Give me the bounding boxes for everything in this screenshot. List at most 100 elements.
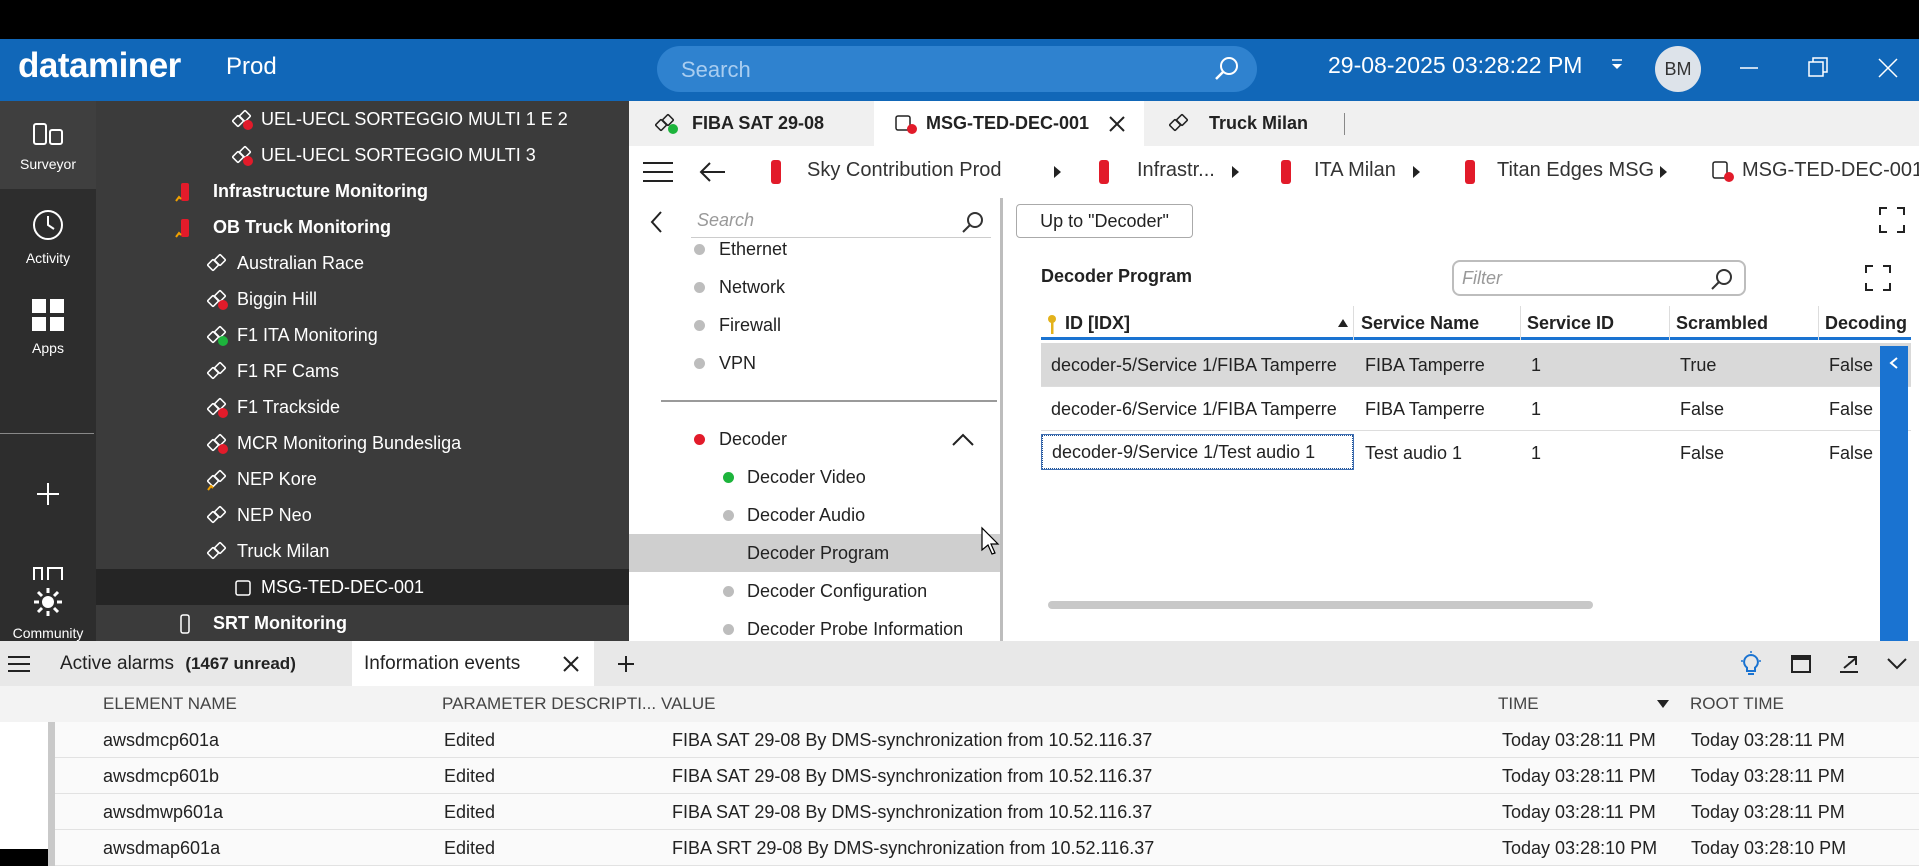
card-tab-bar: FIBA SAT 29-08 MSG-TED-DEC-001 Truck Mil… [629, 101, 1919, 146]
tree-item[interactable]: Truck Milan [96, 533, 629, 569]
rail-surveyor[interactable]: Surveyor [0, 101, 96, 189]
maximize-panel-icon[interactable] [1790, 654, 1812, 674]
chevron-down-icon[interactable] [1886, 656, 1908, 672]
service-alarm-icon [207, 290, 228, 310]
global-search-box[interactable]: Search [657, 46, 1257, 92]
horizontal-scrollbar[interactable] [1048, 601, 1593, 609]
tree-item[interactable]: Australian Race [96, 245, 629, 281]
tree-item[interactable]: UEL-UECL SORTEGGIO MULTI 3 [96, 137, 629, 173]
breadcrumb-item[interactable]: ITA Milan [1314, 159, 1396, 182]
tab-msg-ted-dec-001[interactable]: MSG-TED-DEC-001 [874, 101, 1144, 146]
nav-sub-item[interactable]: Decoder Configuration [629, 572, 1000, 610]
tree-item[interactable]: OB Truck Monitoring [96, 209, 629, 245]
close-tab-icon[interactable] [562, 655, 580, 673]
back-arrow-icon[interactable] [699, 161, 727, 183]
cell-parameter-description: Edited [444, 838, 496, 858]
column-header-time[interactable]: TIME [1498, 686, 1539, 722]
tab-truck-milan[interactable]: Truck Milan [1144, 101, 1344, 146]
status-dot [723, 586, 734, 597]
column-header-scrambled[interactable]: Scrambled [1670, 306, 1819, 340]
hamburger-menu-icon[interactable] [643, 161, 673, 183]
tree-item[interactable]: SRT Monitoring [96, 605, 629, 641]
detach-panel-icon[interactable] [1838, 654, 1860, 674]
side-panel-toggle[interactable] [1880, 346, 1908, 663]
alarm-row[interactable]: awsdmap601a Edited FIBA SRT 29-08 By DMS… [48, 830, 1919, 866]
rail-community[interactable]: Community [0, 566, 96, 641]
alarm-row[interactable]: awsdmwp601a Edited FIBA SAT 29-08 By DMS… [48, 794, 1919, 830]
nav-item[interactable]: Firewall [629, 306, 1000, 344]
search-icon[interactable] [1710, 267, 1734, 291]
table-fullscreen-icon[interactable] [1864, 264, 1892, 292]
sort-ascending-icon[interactable] [1337, 318, 1349, 328]
hamburger-menu-icon[interactable] [8, 655, 30, 673]
element-card: FIBA SAT 29-08 MSG-TED-DEC-001 Truck Mil… [629, 101, 1919, 641]
breadcrumb-item[interactable]: Sky Contribution Prod [807, 159, 1002, 182]
tree-item[interactable]: F1 RF Cams [96, 353, 629, 389]
tree-item-label: Truck Milan [237, 541, 330, 561]
tab-information-events[interactable]: Information events [352, 641, 594, 686]
tree-item[interactable]: NEP Kore [96, 461, 629, 497]
tab-active-alarms[interactable]: Active alarms (1467 unread) [45, 641, 350, 686]
column-header-element-name[interactable]: ELEMENT NAME [103, 686, 237, 722]
table-row[interactable]: decoder-5/Service 1/FIBA Tamperre FIBA T… [1041, 343, 1911, 387]
nav-item[interactable]: Ethernet [629, 230, 1000, 268]
column-header-id[interactable]: ID [IDX] [1041, 306, 1354, 340]
sort-descending-icon[interactable] [1656, 699, 1670, 709]
close-tab-icon[interactable] [1108, 115, 1126, 133]
rail-apps[interactable]: Apps [0, 297, 96, 356]
nav-item[interactable]: VPN [629, 344, 1000, 382]
tree-item[interactable]: F1 Trackside [96, 389, 629, 425]
nav-sub-item[interactable]: Decoder Audio [629, 496, 1000, 534]
lightbulb-icon[interactable] [1738, 651, 1764, 677]
column-header-decoding[interactable]: Decoding [1819, 306, 1911, 340]
fullscreen-icon[interactable] [1878, 206, 1906, 234]
breadcrumb-arrow-icon[interactable] [1660, 166, 1667, 178]
rail-activity[interactable]: Activity [0, 207, 96, 266]
up-to-parent-button[interactable]: Up to "Decoder" [1016, 204, 1193, 238]
alarm-row[interactable]: awsdmcp601b Edited FIBA SAT 29-08 By DMS… [48, 758, 1919, 794]
tree-item[interactable]: Infrastructure Monitoring [96, 173, 629, 209]
column-header-service-id[interactable]: Service ID [1521, 306, 1670, 340]
user-avatar[interactable]: BM [1655, 46, 1701, 92]
column-header-parameter-description[interactable]: PARAMETER DESCRIPTI... [442, 686, 656, 722]
tree-item[interactable]: NEP Neo [96, 497, 629, 533]
table-row[interactable]: decoder-6/Service 1/FIBA Tamperre FIBA T… [1041, 387, 1911, 431]
breadcrumb-arrow-icon[interactable] [1232, 166, 1239, 178]
breadcrumb-item[interactable]: Titan Edges MSG [1497, 159, 1654, 182]
tree-item[interactable]: Biggin Hill [96, 281, 629, 317]
nav-sub-item[interactable]: Decoder Video [629, 458, 1000, 496]
add-tab-icon[interactable] [617, 655, 635, 673]
close-window-icon[interactable] [1873, 53, 1903, 83]
tab-fiba-sat[interactable]: FIBA SAT 29-08 [629, 101, 874, 146]
cell-service-name: FIBA Tamperre [1365, 355, 1485, 375]
breadcrumb-arrow-icon[interactable] [1413, 166, 1420, 178]
search-icon[interactable] [1213, 55, 1241, 83]
nav-section-decoder[interactable]: Decoder [629, 420, 1000, 458]
breadcrumb-item[interactable]: Infrastr... [1137, 159, 1215, 182]
breadcrumb-arrow-icon[interactable] [1054, 166, 1061, 178]
severity-bar [48, 794, 55, 830]
chevron-up-icon[interactable] [951, 432, 975, 448]
nav-sub-item-selected[interactable]: Decoder Program [629, 534, 1000, 572]
add-app-button[interactable] [0, 479, 96, 512]
tree-item[interactable]: F1 ITA Monitoring [96, 317, 629, 353]
nav-item[interactable]: Network [629, 268, 1000, 306]
restore-icon[interactable] [1803, 53, 1833, 83]
community-icon [33, 567, 63, 616]
alarm-row[interactable]: awsdmcp601a Edited FIBA SAT 29-08 By DMS… [48, 722, 1919, 758]
column-header-value[interactable]: VALUE [661, 686, 716, 722]
table-filter-input[interactable]: Filter [1452, 260, 1746, 296]
column-header-service-name[interactable]: Service Name [1355, 306, 1521, 340]
column-header-root-time[interactable]: ROOT TIME [1690, 686, 1784, 722]
cell-value: FIBA SAT 29-08 By DMS-synchronization fr… [672, 730, 1153, 750]
service-ok-icon [655, 114, 678, 134]
datetime-dropdown-icon[interactable] [1610, 57, 1624, 71]
tree-item-selected[interactable]: MSG-TED-DEC-001 [96, 569, 629, 605]
minimize-icon[interactable] [1734, 53, 1764, 83]
tree-item[interactable]: UEL-UECL SORTEGGIO MULTI 1 E 2 [96, 101, 629, 137]
breadcrumb-item[interactable]: MSG-TED-DEC-001 [1742, 159, 1919, 182]
tree-item[interactable]: MCR Monitoring Bundesliga [96, 425, 629, 461]
table-row[interactable]: decoder-9/Service 1/Test audio 1 Test au… [1041, 431, 1911, 475]
service-icon [207, 542, 226, 559]
nav-sub-item[interactable]: Decoder Probe Information [629, 610, 1000, 641]
